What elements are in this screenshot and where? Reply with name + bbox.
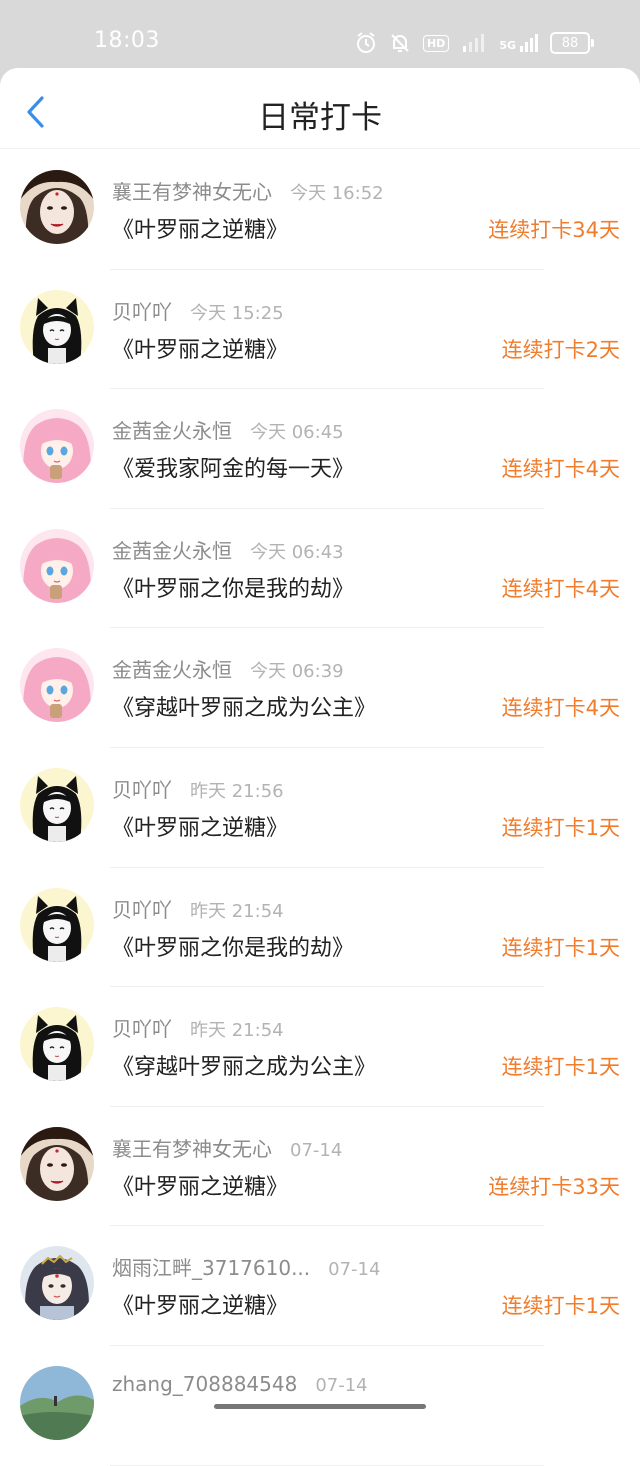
battery-level: 88 — [561, 35, 579, 51]
streak-label: 连续打卡1天 — [501, 815, 620, 840]
status-time: 18:03 — [94, 28, 160, 53]
username[interactable]: 金茜金火永恒 — [112, 415, 232, 444]
item-meta: 贝吖吖 今天 15:25 — [112, 296, 284, 325]
timestamp: 昨天 21:56 — [190, 780, 284, 802]
username[interactable]: 襄王有梦神女无心 — [112, 176, 272, 205]
username[interactable]: zhang_708884548 — [112, 1372, 297, 1396]
avatar[interactable] — [20, 767, 94, 842]
item-meta: 贝吖吖 昨天 21:56 — [112, 774, 284, 803]
mute-icon — [391, 34, 409, 52]
item-meta: 襄王有梦神女无心 07-14 — [112, 1133, 343, 1162]
list-item[interactable]: 金茜金火永恒 今天 06:39 《穿越叶罗丽之成为公主》 连续打卡4天 — [0, 628, 640, 748]
username[interactable]: 贝吖吖 — [112, 774, 172, 803]
item-meta: 金茜金火永恒 今天 06:45 — [112, 415, 344, 444]
avatar-pink-hair — [20, 409, 94, 484]
avatar[interactable] — [20, 289, 94, 364]
status-icons: HD 5G 88 — [355, 28, 594, 58]
item-meta: 金茜金火永恒 今天 06:39 — [112, 654, 344, 683]
item-meta: zhang_708884548 07-14 — [112, 1372, 368, 1398]
streak-label: 连续打卡34天 — [488, 218, 620, 242]
item-meta: 贝吖吖 昨天 21:54 — [112, 894, 284, 923]
username[interactable]: 襄王有梦神女无心 — [112, 1133, 272, 1162]
timestamp: 今天 15:25 — [190, 302, 284, 324]
timestamp: 今天 06:43 — [250, 541, 344, 563]
avatar-cat-girl — [20, 289, 94, 364]
alarm-icon — [356, 32, 375, 53]
book-title[interactable]: 《叶罗丽之你是我的劫》 — [112, 930, 354, 962]
book-title[interactable]: 《叶罗丽之你是我的劫》 — [112, 571, 354, 603]
book-title[interactable]: 《穿越叶罗丽之成为公主》 — [112, 690, 376, 722]
list-item[interactable]: 贝吖吖 今天 15:25 《叶罗丽之逆糖》 连续打卡2天 — [0, 270, 640, 390]
checkin-feed[interactable]: 襄王有梦神女无心 今天 16:52 《叶罗丽之逆糖》 连续打卡34天 贝吖吖 今… — [0, 150, 640, 1466]
streak-label: 连续打卡33天 — [488, 1174, 620, 1199]
book-title[interactable]: 《叶罗丽之逆糖》 — [112, 332, 288, 364]
page-title: 日常打卡 — [258, 100, 382, 136]
streak-label: 连续打卡4天 — [501, 696, 620, 721]
avatar[interactable] — [20, 1126, 94, 1201]
timestamp: 今天 16:52 — [290, 183, 384, 204]
5g-signal-icon: 5G — [499, 34, 538, 52]
list-item[interactable]: 贝吖吖 昨天 21:56 《叶罗丽之逆糖》 连续打卡1天 — [0, 748, 640, 868]
streak-label: 连续打卡1天 — [501, 1294, 620, 1319]
book-title[interactable]: 《叶罗丽之逆糖》 — [112, 1169, 288, 1201]
streak-label: 连续打卡4天 — [501, 576, 620, 601]
avatar-pink-hair — [20, 528, 94, 603]
item-meta: 金茜金火永恒 今天 06:43 — [112, 535, 344, 564]
list-item[interactable]: 贝吖吖 昨天 21:54 《叶罗丽之你是我的劫》 连续打卡1天 — [0, 868, 640, 988]
avatar-woman-a — [20, 170, 94, 244]
username[interactable]: 烟雨江畔_3717610... — [112, 1252, 310, 1281]
avatar-cat-girl — [20, 887, 94, 962]
avatar-landscape — [20, 1365, 94, 1440]
list-item[interactable]: 金茜金火永恒 今天 06:43 《叶罗丽之你是我的劫》 连续打卡4天 — [0, 509, 640, 629]
avatar[interactable] — [20, 170, 94, 244]
avatar-pink-hair — [20, 648, 94, 723]
timestamp: 昨天 21:54 — [190, 1020, 284, 1042]
list-item[interactable]: 贝吖吖 昨天 21:54 《穿越叶罗丽之成为公主》 连续打卡1天 — [0, 987, 640, 1107]
signal-icon — [463, 34, 485, 52]
avatar-cat-girl — [20, 1007, 94, 1082]
avatar[interactable] — [20, 1007, 94, 1082]
avatar[interactable] — [20, 887, 94, 962]
username[interactable]: 贝吖吖 — [112, 296, 172, 325]
timestamp: 今天 06:39 — [250, 661, 344, 683]
username[interactable]: 金茜金火永恒 — [112, 535, 232, 564]
streak-label: 连续打卡2天 — [501, 337, 620, 362]
list-item[interactable]: 襄王有梦神女无心 今天 16:52 《叶罗丽之逆糖》 连续打卡34天 — [0, 150, 640, 270]
battery-icon: 88 — [550, 32, 594, 54]
list-item[interactable]: 烟雨江畔_3717610... 07-14 《叶罗丽之逆糖》 连续打卡1天 — [0, 1226, 640, 1346]
timestamp: 今天 06:45 — [250, 422, 344, 444]
book-title[interactable]: 《穿越叶罗丽之成为公主》 — [112, 1049, 376, 1081]
nav-header: 日常打卡 — [0, 68, 640, 149]
book-title[interactable]: 《爱我家阿金的每一天》 — [112, 451, 354, 483]
item-meta: 贝吖吖 昨天 21:54 — [112, 1013, 284, 1042]
timestamp: 昨天 21:54 — [190, 900, 284, 922]
network-label: 5G — [499, 39, 516, 52]
username[interactable]: 贝吖吖 — [112, 1013, 172, 1042]
timestamp: 07-14 — [290, 1139, 343, 1161]
timestamp: 07-14 — [328, 1259, 381, 1281]
book-title[interactable]: 《叶罗丽之逆糖》 — [112, 810, 288, 842]
hd-icon: HD — [422, 34, 450, 52]
avatar-ancient-girl — [20, 1246, 94, 1321]
avatar[interactable] — [20, 409, 94, 484]
home-indicator[interactable] — [214, 1404, 426, 1409]
book-title[interactable]: 《叶罗丽之逆糖》 — [112, 1288, 288, 1320]
book-title[interactable]: 《叶罗丽之逆糖》 — [112, 212, 288, 244]
avatar[interactable] — [20, 1365, 94, 1440]
avatar[interactable] — [20, 528, 94, 603]
list-item[interactable]: 金茜金火永恒 今天 06:45 《爱我家阿金的每一天》 连续打卡4天 — [0, 389, 640, 509]
item-meta: 烟雨江畔_3717610... 07-14 — [112, 1252, 381, 1281]
streak-label: 连续打卡1天 — [501, 935, 620, 960]
timestamp: 07-14 — [315, 1374, 368, 1396]
item-meta: 襄王有梦神女无心 今天 16:52 — [112, 176, 384, 205]
streak-label: 连续打卡4天 — [501, 457, 620, 482]
avatar[interactable] — [20, 648, 94, 723]
username[interactable]: 贝吖吖 — [112, 894, 172, 923]
avatar-cat-girl — [20, 767, 94, 842]
list-item[interactable]: 襄王有梦神女无心 07-14 《叶罗丽之逆糖》 连续打卡33天 — [0, 1107, 640, 1227]
avatar-woman-a — [20, 1126, 94, 1201]
streak-label: 连续打卡1天 — [501, 1055, 620, 1080]
username[interactable]: 金茜金火永恒 — [112, 654, 232, 683]
avatar[interactable] — [20, 1246, 94, 1321]
